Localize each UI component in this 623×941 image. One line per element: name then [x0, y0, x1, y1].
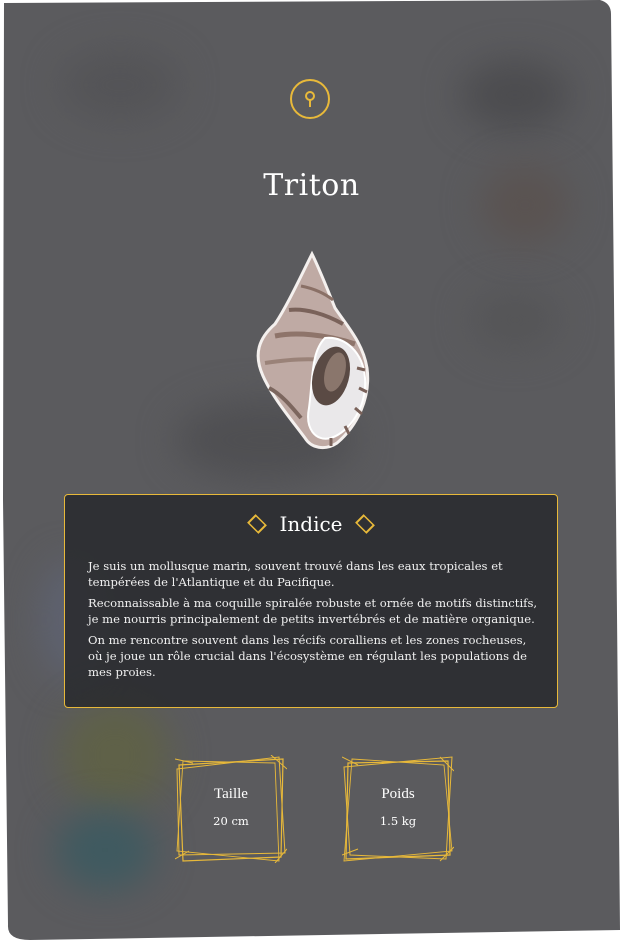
stat-weight: Poids 1.5 kg: [342, 755, 454, 863]
stat-label: Taille: [214, 786, 248, 802]
diamond-ornament-icon: [354, 514, 375, 534]
species-card: Triton Indice Je suis un mollusque marin…: [0, 0, 623, 941]
stat-label: Poids: [381, 786, 415, 802]
stat-value: 20 cm: [213, 814, 249, 828]
sketch-frame: [342, 756, 454, 862]
triton-shell-illustration: [256, 250, 370, 450]
hint-header: Indice: [65, 512, 557, 536]
background-blur: [55, 810, 155, 890]
hint-paragraph: On me rencontre souvent dans les récifs …: [88, 633, 528, 679]
background-blur: [60, 700, 170, 810]
background-blur: [470, 290, 560, 350]
sketch-frame: [175, 755, 287, 863]
location-pin-icon: [305, 91, 315, 107]
hint-title: Indice: [279, 512, 343, 536]
diamond-ornament-icon: [247, 514, 268, 534]
stat-size: Taille 20 cm: [175, 755, 287, 863]
species-title: Triton: [263, 168, 360, 203]
background-blur: [460, 60, 570, 130]
hint-paragraph: Reconnaissable à ma coquille spiralée ro…: [88, 596, 538, 626]
stat-value: 1.5 kg: [379, 814, 417, 828]
background-blur: [60, 50, 180, 120]
hint-panel: Indice Je suis un mollusque marin, souve…: [64, 494, 558, 708]
hint-text: Je suis un mollusque marin, souvent trou…: [88, 558, 538, 685]
hint-paragraph: Je suis un mollusque marin, souvent trou…: [88, 559, 503, 589]
location-pin-button[interactable]: [290, 79, 330, 119]
